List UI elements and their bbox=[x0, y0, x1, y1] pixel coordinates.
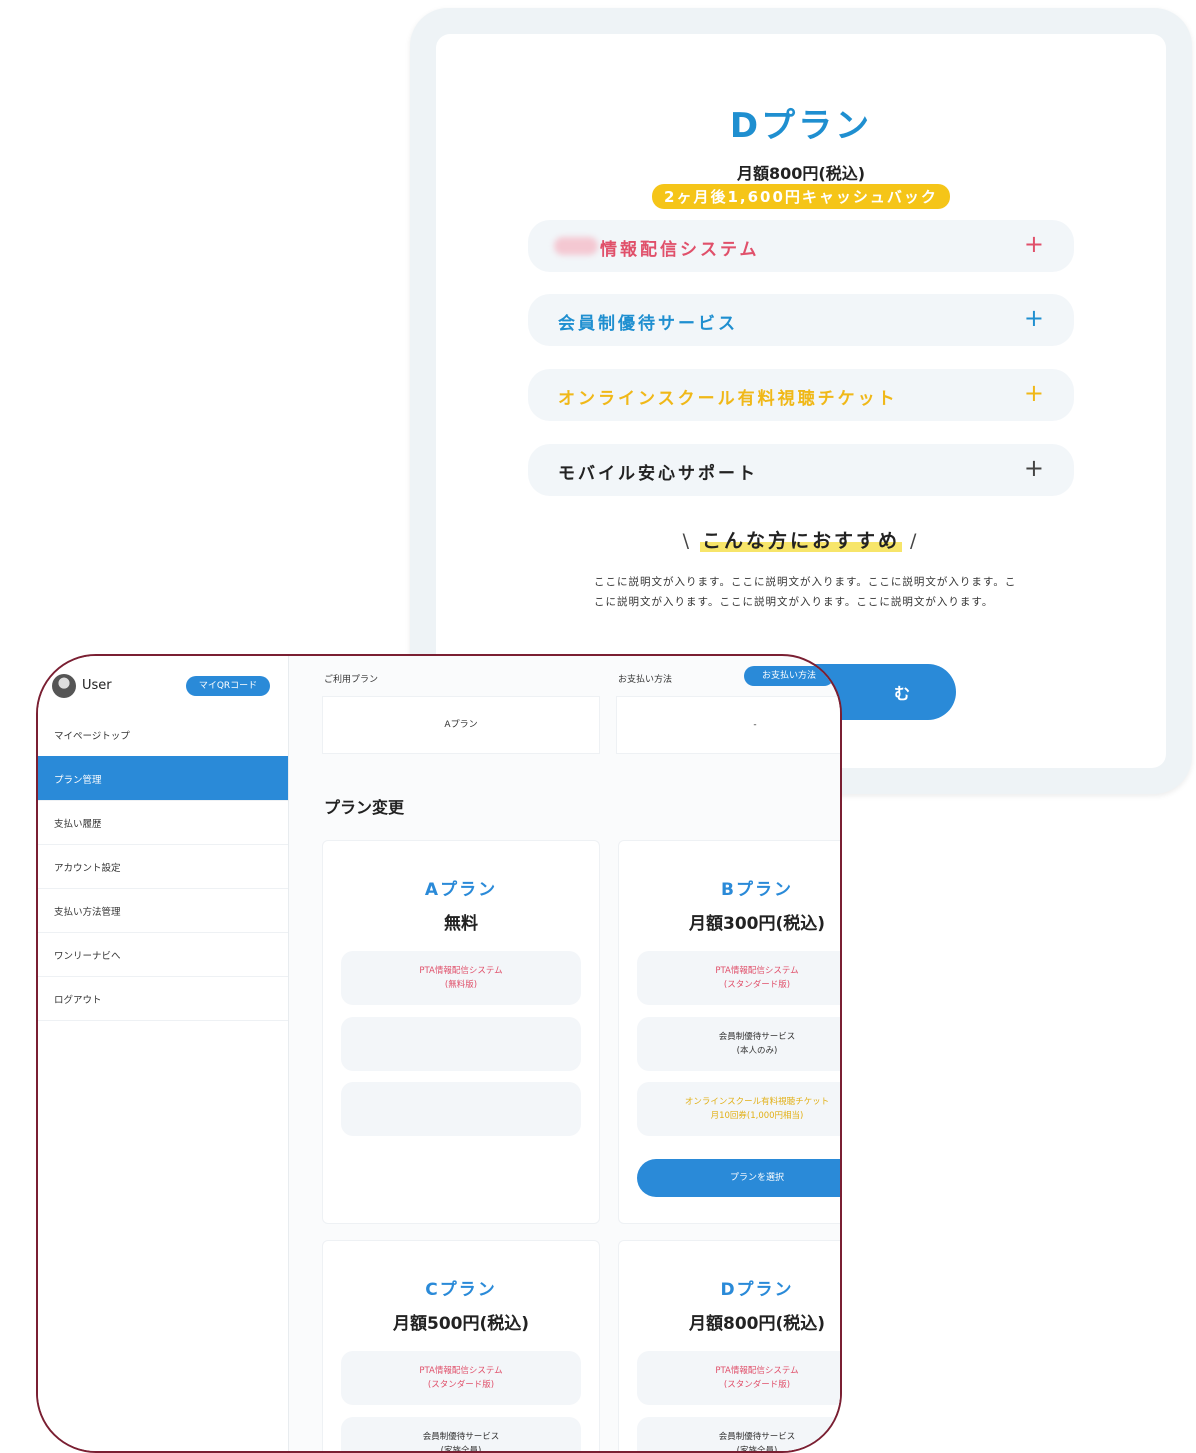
feature-name: PTA情報配信システム bbox=[715, 966, 799, 976]
plan-name: Aプラン bbox=[424, 880, 498, 900]
accordion-member-service[interactable]: 会員制優待サービス + bbox=[528, 294, 1074, 346]
feature-name: 会員制優待サービス bbox=[718, 1032, 796, 1042]
my-qr-code-button[interactable]: マイQRコード bbox=[186, 676, 270, 696]
accordion-online-school[interactable]: オンラインスクール有料視聴チケット + bbox=[528, 369, 1074, 421]
feature-item: PTA情報配信システム (スタンダード版) bbox=[637, 1351, 840, 1405]
plus-icon[interactable]: + bbox=[1024, 304, 1044, 332]
sidebar-item-label: 支払い履歴 bbox=[54, 819, 102, 830]
payment-method-box: - bbox=[616, 696, 840, 754]
accordion-info-system[interactable]: 情報配信システム + bbox=[528, 220, 1074, 272]
blurred-logo bbox=[554, 237, 598, 255]
plan-price: 月額500円(税込) bbox=[392, 1314, 530, 1334]
feature-name: 会員制優待サービス bbox=[422, 1432, 500, 1442]
feature-detail: (スタンダード版) bbox=[723, 980, 791, 990]
sidebar-item-payment-method[interactable]: 支払い方法管理 bbox=[38, 888, 288, 933]
recommend-heading: \ こんな方におすすめ / bbox=[436, 526, 1166, 553]
plan-price: 無料 bbox=[444, 914, 478, 934]
payment-method-label: お支払い方法 bbox=[618, 675, 673, 685]
feature-detail: (スタンダード版) bbox=[427, 1380, 495, 1390]
sidebar: User マイQRコード マイページトップ プラン管理 支払い履歴 アカウント設… bbox=[38, 656, 289, 1451]
feature-detail: (本人のみ) bbox=[736, 1046, 778, 1056]
feature-item-empty bbox=[341, 1017, 581, 1071]
plan-price: 月額800円(税込) bbox=[688, 1314, 826, 1334]
slash-decoration: / bbox=[910, 530, 920, 552]
current-plan-box: Aプラン bbox=[322, 696, 600, 754]
payment-method-button[interactable]: お支払い方法 bbox=[744, 666, 834, 686]
sidebar-item-label: アカウント設定 bbox=[54, 863, 121, 874]
feature-detail: 月10回券(1,000円相当) bbox=[710, 1111, 804, 1121]
plan-card-b: Bプラン 月額300円(税込) PTA情報配信システム (スタンダード版) 会員制… bbox=[618, 840, 840, 1224]
feature-item: PTA情報配信システム (スタンダード版) bbox=[341, 1351, 581, 1405]
feature-name: オンラインスクール有料視聴チケット bbox=[684, 1097, 830, 1107]
plan-card-d: Dプラン 月額800円(税込) PTA情報配信システム (スタンダード版) 会員制… bbox=[618, 1240, 840, 1453]
sidebar-item-label: ワンリーナビへ bbox=[54, 951, 121, 962]
sidebar-item-payment-history[interactable]: 支払い履歴 bbox=[38, 800, 288, 845]
feature-name: PTA情報配信システム bbox=[715, 1366, 799, 1376]
sidebar-item-plan-management[interactable]: プラン管理 bbox=[38, 756, 288, 801]
plus-icon[interactable]: + bbox=[1024, 230, 1044, 258]
avatar[interactable] bbox=[52, 674, 76, 698]
plan-price: 月額300円(税込) bbox=[688, 914, 826, 934]
plan-name: Cプラン bbox=[425, 1280, 497, 1300]
feature-item-empty bbox=[341, 1082, 581, 1136]
sidebar-item-label: マイページトップ bbox=[54, 731, 130, 742]
accordion-label: オンラインスクール有料視聴チケット bbox=[558, 389, 898, 409]
accordion-label: 会員制優待サービス bbox=[558, 314, 738, 334]
sidebar-item-label: プラン管理 bbox=[54, 775, 102, 786]
feature-detail: (家族全員) bbox=[440, 1446, 482, 1453]
accordion-mobile-support[interactable]: モバイル安心サポート + bbox=[528, 444, 1074, 496]
user-row: User マイQRコード bbox=[52, 674, 282, 704]
feature-item: オンラインスクール有料視聴チケット 月10回券(1,000円相当) bbox=[637, 1082, 840, 1136]
sidebar-item-account-settings[interactable]: アカウント設定 bbox=[38, 844, 288, 889]
feature-item: 会員制優待サービス (家族全員) bbox=[637, 1417, 840, 1453]
feature-name: PTA情報配信システム bbox=[419, 966, 503, 976]
sidebar-item-label: ログアウト bbox=[54, 995, 102, 1006]
main-content: ご利用プラン Aプラン お支払い方法 お支払い方法 - プラン変更 Aプラン 無… bbox=[288, 656, 840, 1451]
plan-name: Bプラン bbox=[721, 880, 793, 900]
user-name: User bbox=[82, 678, 112, 693]
recommend-title: こんな方におすすめ bbox=[699, 530, 902, 552]
backslash-decoration: \ bbox=[682, 530, 692, 552]
sidebar-item-label: 支払い方法管理 bbox=[54, 907, 121, 918]
feature-detail: (家族全員) bbox=[736, 1446, 778, 1453]
feature-name: 会員制優待サービス bbox=[718, 1432, 796, 1442]
feature-detail: (無料版) bbox=[444, 980, 478, 990]
plus-icon[interactable]: + bbox=[1024, 454, 1044, 482]
sidebar-item-mypage-top[interactable]: マイページトップ bbox=[38, 712, 288, 757]
cashback-wrap: 2ヶ月後1,600円キャッシュバック bbox=[436, 184, 1166, 209]
feature-name: PTA情報配信システム bbox=[419, 1366, 503, 1376]
recommend-description: ここに説明文が入ります。ここに説明文が入ります。ここに説明文が入ります。ここに説… bbox=[594, 576, 1017, 608]
sidebar-item-logout[interactable]: ログアウト bbox=[38, 976, 288, 1021]
accordion-label: 情報配信システム bbox=[600, 240, 760, 260]
feature-detail: (スタンダード版) bbox=[723, 1380, 791, 1390]
dashboard-frame: User マイQRコード マイページトップ プラン管理 支払い履歴 アカウント設… bbox=[36, 654, 842, 1453]
feature-item: 会員制優待サービス (家族全員) bbox=[341, 1417, 581, 1453]
plan-card-c: Cプラン 月額500円(税込) PTA情報配信システム (スタンダード版) 会員制… bbox=[322, 1240, 600, 1453]
feature-item: 会員制優待サービス (本人のみ) bbox=[637, 1017, 840, 1071]
cashback-badge: 2ヶ月後1,600円キャッシュバック bbox=[652, 184, 950, 209]
plan-price: 月額800円(税込) bbox=[736, 164, 866, 183]
sidebar-item-navi[interactable]: ワンリーナビへ bbox=[38, 932, 288, 977]
feature-item: PTA情報配信システム (無料版) bbox=[341, 951, 581, 1005]
feature-item: PTA情報配信システム (スタンダード版) bbox=[637, 951, 840, 1005]
plan-name: Dプラン bbox=[720, 1280, 794, 1300]
plan-card-a: Aプラン 無料 PTA情報配信システム (無料版) bbox=[322, 840, 600, 1224]
select-plan-button[interactable]: プランを選択 bbox=[637, 1159, 840, 1197]
plus-icon[interactable]: + bbox=[1024, 379, 1044, 407]
current-plan-label: ご利用プラン bbox=[324, 675, 379, 685]
accordion-label: モバイル安心サポート bbox=[558, 464, 758, 484]
apply-button-label: む bbox=[893, 684, 910, 703]
plan-change-title: プラン変更 bbox=[324, 798, 405, 817]
plan-title: Dプラン bbox=[729, 106, 873, 146]
